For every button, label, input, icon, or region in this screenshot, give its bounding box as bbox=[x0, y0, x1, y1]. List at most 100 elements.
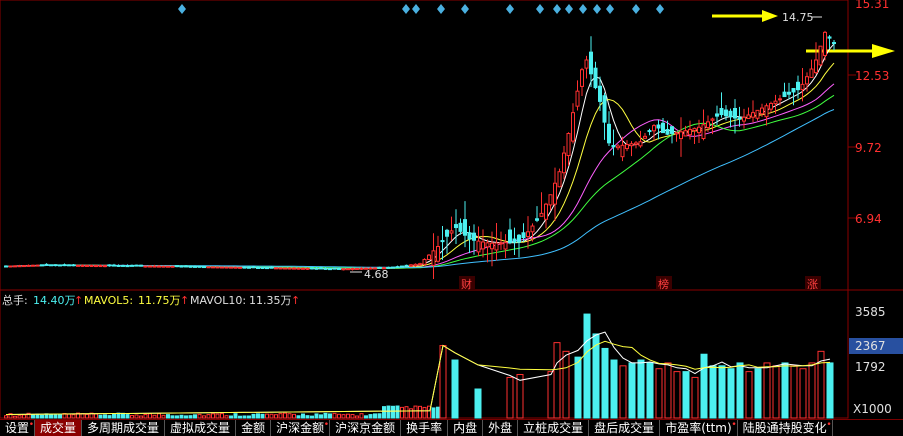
volume-bar bbox=[610, 359, 618, 419]
low-price-label: 4.68 bbox=[364, 268, 389, 281]
indicator-tab-bar: 设置 • 成交量 多周期成交量 虚拟成交量 金额 沪深金额 • 沪深京金额 换手率 内盘 外盘 立桩成交… bbox=[0, 419, 903, 436]
candle-up bbox=[31, 264, 35, 267]
candle-up bbox=[143, 265, 148, 268]
candle-down bbox=[256, 266, 260, 269]
candle-down bbox=[49, 264, 53, 267]
candle-down bbox=[67, 264, 71, 267]
event-diamond-icon bbox=[412, 4, 420, 14]
tab-11[interactable]: 盘后成交量 bbox=[589, 420, 661, 436]
tab-label: 盘后成交量 bbox=[594, 421, 655, 435]
candle-down bbox=[121, 264, 125, 267]
total-volume-label: 总手: bbox=[2, 293, 28, 307]
volume-bar bbox=[628, 362, 636, 419]
volume-bar bbox=[247, 415, 251, 419]
candle-down bbox=[58, 264, 62, 267]
volume-bar bbox=[274, 414, 278, 419]
candle-down bbox=[188, 265, 193, 268]
tab-dot-icon: • bbox=[826, 420, 832, 430]
candle-up bbox=[710, 118, 715, 121]
candle-up bbox=[679, 131, 683, 140]
tab-8[interactable]: 内盘 bbox=[448, 420, 484, 436]
candle-up bbox=[652, 125, 656, 132]
volume-bar bbox=[562, 350, 570, 419]
event-diamond-icon bbox=[606, 4, 614, 14]
volume-bar bbox=[601, 347, 609, 419]
tab-5[interactable]: 沪深金额 • bbox=[271, 420, 331, 436]
event-diamond-icon bbox=[565, 4, 573, 14]
volume-bar bbox=[709, 365, 717, 419]
volume-bar bbox=[197, 413, 202, 419]
volume-bar bbox=[310, 415, 314, 419]
candle-up bbox=[292, 267, 296, 270]
tab-4[interactable]: 金额 bbox=[236, 420, 272, 436]
tab-7[interactable]: 换手率 bbox=[401, 420, 449, 436]
tab-6[interactable]: 沪深京金额 bbox=[330, 420, 402, 436]
volume-bar bbox=[265, 413, 269, 419]
volume-bar bbox=[418, 405, 422, 419]
chart-canvas[interactable]: 15.31 12.53 9.72 6.94 3585 2367 1792 X10… bbox=[0, 0, 903, 436]
candle-up bbox=[359, 267, 364, 270]
candle-down bbox=[607, 123, 611, 144]
volume-bar bbox=[125, 414, 130, 419]
volume-bar bbox=[251, 413, 256, 419]
candle-down bbox=[242, 266, 247, 269]
volume-bar bbox=[103, 414, 107, 419]
candle-up bbox=[742, 116, 746, 122]
candle-up bbox=[548, 194, 553, 206]
volume-bar bbox=[637, 359, 645, 419]
event-diamond-icon bbox=[437, 4, 445, 14]
candle-down bbox=[44, 263, 49, 266]
tab-label: 外盘 bbox=[488, 421, 513, 435]
price-tick-label: 6.94 bbox=[855, 212, 882, 226]
event-marker-bang[interactable]: 榜 bbox=[658, 277, 669, 291]
candle-up bbox=[152, 265, 157, 268]
candle-up bbox=[296, 267, 301, 270]
candle-down bbox=[647, 130, 652, 133]
volume-bar bbox=[224, 415, 229, 419]
volume-bar bbox=[94, 413, 98, 419]
tab-9[interactable]: 外盘 bbox=[483, 420, 519, 436]
candle-up bbox=[431, 250, 436, 266]
candle-down bbox=[598, 85, 602, 102]
tab-2[interactable]: 多周期成交量 bbox=[82, 420, 166, 436]
candle-up bbox=[764, 105, 769, 118]
tab-1[interactable]: 成交量 bbox=[35, 420, 83, 436]
volume-bar bbox=[427, 405, 431, 419]
candle-down bbox=[314, 267, 319, 270]
event-marker-zhang[interactable]: 涨 bbox=[807, 278, 818, 291]
volume-bar bbox=[355, 415, 359, 419]
candle-up bbox=[584, 59, 589, 69]
tab-dot-icon: • bbox=[323, 420, 330, 430]
candle-up bbox=[26, 264, 31, 267]
candle-down bbox=[719, 107, 724, 116]
candle-up bbox=[148, 265, 152, 268]
candle-down bbox=[247, 266, 251, 269]
candle-up bbox=[503, 242, 508, 250]
volume-bar bbox=[368, 414, 373, 419]
tab-10[interactable]: 立桩成交量 bbox=[518, 420, 590, 436]
volume-bar bbox=[161, 414, 166, 419]
tab-label: 内盘 bbox=[453, 421, 478, 435]
candle-down bbox=[112, 264, 116, 267]
candle-up bbox=[634, 142, 638, 145]
tab-3[interactable]: 虚拟成交量 bbox=[165, 420, 237, 436]
ma10-line bbox=[6, 62, 835, 270]
volume-bar bbox=[40, 414, 44, 419]
high-price-label: 14.75 bbox=[782, 11, 814, 24]
tab-13[interactable]: 陆股通持股变化 • bbox=[738, 420, 833, 436]
volume-bar bbox=[22, 414, 26, 419]
tab-12[interactable]: 市盈率(ttm) • bbox=[660, 420, 738, 436]
candle-up bbox=[814, 59, 818, 74]
candle-down bbox=[670, 126, 674, 134]
volume-bar bbox=[547, 371, 555, 419]
tab-0[interactable]: 设置 • bbox=[0, 420, 36, 436]
volume-bar bbox=[413, 405, 418, 419]
event-marker-cai[interactable]: 财 bbox=[461, 277, 472, 291]
tab-dot-icon: • bbox=[731, 420, 737, 430]
volume-bar bbox=[409, 408, 413, 419]
candle-up bbox=[692, 127, 697, 132]
volume-bar bbox=[202, 415, 206, 419]
candle-up bbox=[413, 263, 418, 267]
candle-up bbox=[94, 265, 98, 268]
candle-down bbox=[197, 265, 202, 268]
